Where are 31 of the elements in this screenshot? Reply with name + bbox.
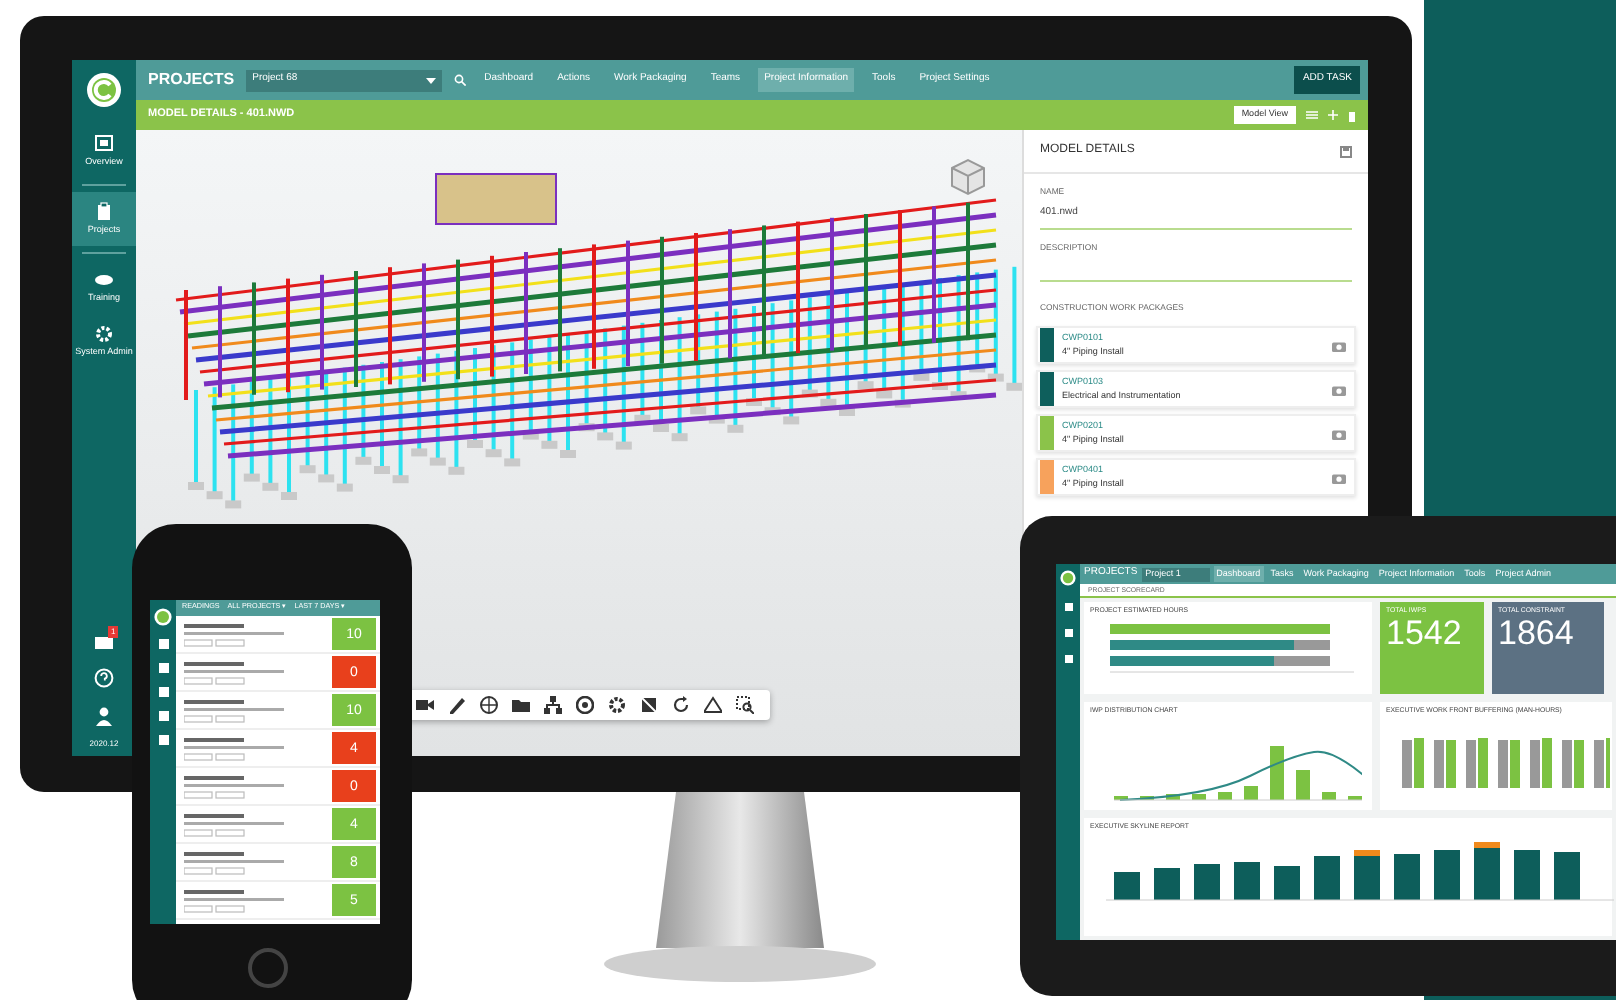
user-icon[interactable]: [94, 706, 114, 726]
dashboard-icon: [94, 134, 114, 154]
settings-icon: [94, 323, 114, 344]
caret-icon: [426, 77, 437, 83]
stat-value: 1864: [1498, 616, 1576, 654]
camera-icon[interactable]: [1332, 339, 1346, 352]
stat-value: 1542: [1386, 616, 1464, 654]
bullseye-icon[interactable]: [576, 696, 594, 714]
settings-icon[interactable]: [608, 696, 626, 714]
globe-icon[interactable]: [480, 696, 498, 714]
camera-icon[interactable]: [1332, 383, 1346, 396]
pencil-icon[interactable]: [448, 696, 466, 714]
search-icon[interactable]: [454, 74, 467, 86]
save-icon[interactable]: [1340, 145, 1352, 157]
menu-item-icon[interactable]: [1063, 654, 1073, 664]
clipboard-icon: [94, 201, 114, 222]
app-logo[interactable]: [1060, 570, 1076, 586]
app-logo[interactable]: [86, 72, 122, 108]
zoom-icon[interactable]: [736, 696, 754, 714]
app-logo[interactable]: [154, 608, 172, 626]
page-title: PROJECTS: [148, 68, 235, 92]
hierarchy-icon[interactable]: [544, 696, 562, 714]
folder-icon[interactable]: [512, 696, 530, 714]
rotate-icon[interactable]: [672, 696, 690, 714]
video-camera-icon[interactable]: [416, 696, 434, 714]
help-icon[interactable]: [94, 668, 114, 688]
camera-icon[interactable]: [1332, 427, 1346, 440]
menu-item-icon[interactable]: [1063, 602, 1073, 612]
menu-item-icon[interactable]: [1063, 628, 1073, 638]
camera-icon[interactable]: [1332, 471, 1346, 484]
messages-icon[interactable]: [94, 636, 114, 650]
